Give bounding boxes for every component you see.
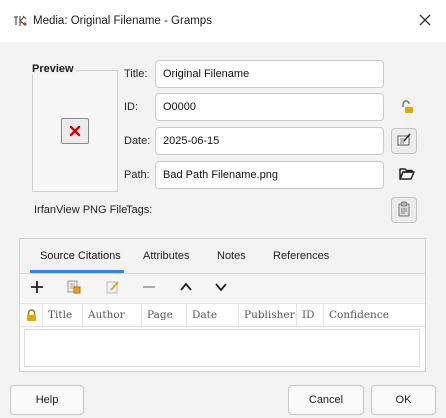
edit-citation-button[interactable] bbox=[102, 277, 124, 299]
tab-source-citations[interactable]: Source Citations bbox=[40, 250, 121, 262]
tab-bar: Source Citations Attributes Notes Refere… bbox=[20, 239, 425, 274]
share-existing-icon bbox=[66, 279, 82, 298]
path-field[interactable]: Bad Path Filename.png bbox=[155, 161, 384, 189]
id-privacy-button[interactable] bbox=[394, 95, 420, 121]
help-button[interactable]: Help bbox=[10, 385, 84, 415]
id-field[interactable]: O0000 bbox=[155, 93, 384, 121]
lock-icon bbox=[26, 308, 37, 321]
remove-citation-button[interactable] bbox=[138, 277, 160, 299]
date-label: Date: bbox=[124, 135, 151, 147]
title-label: Title: bbox=[124, 68, 148, 80]
preview-label: Preview bbox=[32, 63, 76, 75]
tab-references[interactable]: References bbox=[273, 250, 329, 262]
edit-date-button[interactable] bbox=[391, 128, 417, 154]
column-page[interactable]: Page bbox=[141, 304, 186, 326]
move-up-button[interactable] bbox=[175, 277, 197, 299]
move-down-button[interactable] bbox=[210, 277, 232, 299]
tab-notes[interactable]: Notes bbox=[217, 250, 246, 262]
tab-attributes[interactable]: Attributes bbox=[143, 250, 189, 262]
citation-list[interactable] bbox=[24, 329, 420, 367]
column-author[interactable]: Author bbox=[82, 304, 141, 326]
column-publisher[interactable]: Publisher bbox=[238, 304, 296, 326]
private-column[interactable] bbox=[20, 304, 42, 326]
window-title: Media: Original Filename - Gramps bbox=[33, 15, 212, 27]
close-icon bbox=[419, 13, 431, 30]
column-confidence[interactable]: Confidence bbox=[323, 304, 425, 326]
citation-toolbar bbox=[20, 274, 425, 302]
add-icon bbox=[30, 280, 44, 297]
remove-icon bbox=[142, 280, 156, 297]
media-editor-dialog: Media: Original Filename - Gramps Previe… bbox=[0, 0, 446, 418]
padlock-icon bbox=[399, 99, 415, 118]
path-label: Path: bbox=[124, 169, 150, 181]
move-down-icon bbox=[214, 280, 228, 297]
title-field[interactable]: Original Filename bbox=[155, 60, 384, 88]
column-id[interactable]: ID bbox=[296, 304, 323, 326]
gramps-icon bbox=[13, 15, 27, 27]
move-up-icon bbox=[179, 280, 193, 297]
edit-icon bbox=[105, 279, 121, 298]
share-citation-button[interactable] bbox=[63, 277, 85, 299]
select-file-button[interactable] bbox=[394, 162, 420, 188]
edit-tags-button[interactable] bbox=[391, 197, 417, 223]
add-citation-button[interactable] bbox=[26, 277, 48, 299]
active-tab-indicator bbox=[30, 270, 124, 273]
cancel-button[interactable]: Cancel bbox=[288, 385, 364, 415]
tag-edit-icon bbox=[397, 201, 411, 220]
column-date[interactable]: Date bbox=[186, 304, 238, 326]
folder-open-icon bbox=[399, 167, 415, 184]
tags-label: Tags: bbox=[126, 204, 153, 216]
date-field[interactable]: 2025-06-15 bbox=[155, 127, 384, 155]
edit-date-icon bbox=[396, 132, 412, 151]
column-title[interactable]: Title bbox=[42, 304, 82, 326]
tabs-notebook: Source Citations Attributes Notes Refere… bbox=[19, 238, 426, 372]
mime-type-label: IrfanView PNG File bbox=[34, 204, 128, 216]
ok-button[interactable]: OK bbox=[371, 385, 436, 415]
title-bar: Media: Original Filename - Gramps bbox=[0, 0, 446, 42]
citation-column-header: Title Author Page Date Publisher ID Conf… bbox=[20, 303, 425, 327]
id-label: ID: bbox=[124, 101, 139, 113]
close-button[interactable] bbox=[412, 9, 438, 33]
broken-image-icon bbox=[61, 118, 89, 144]
title-lock-button[interactable] bbox=[394, 61, 420, 87]
